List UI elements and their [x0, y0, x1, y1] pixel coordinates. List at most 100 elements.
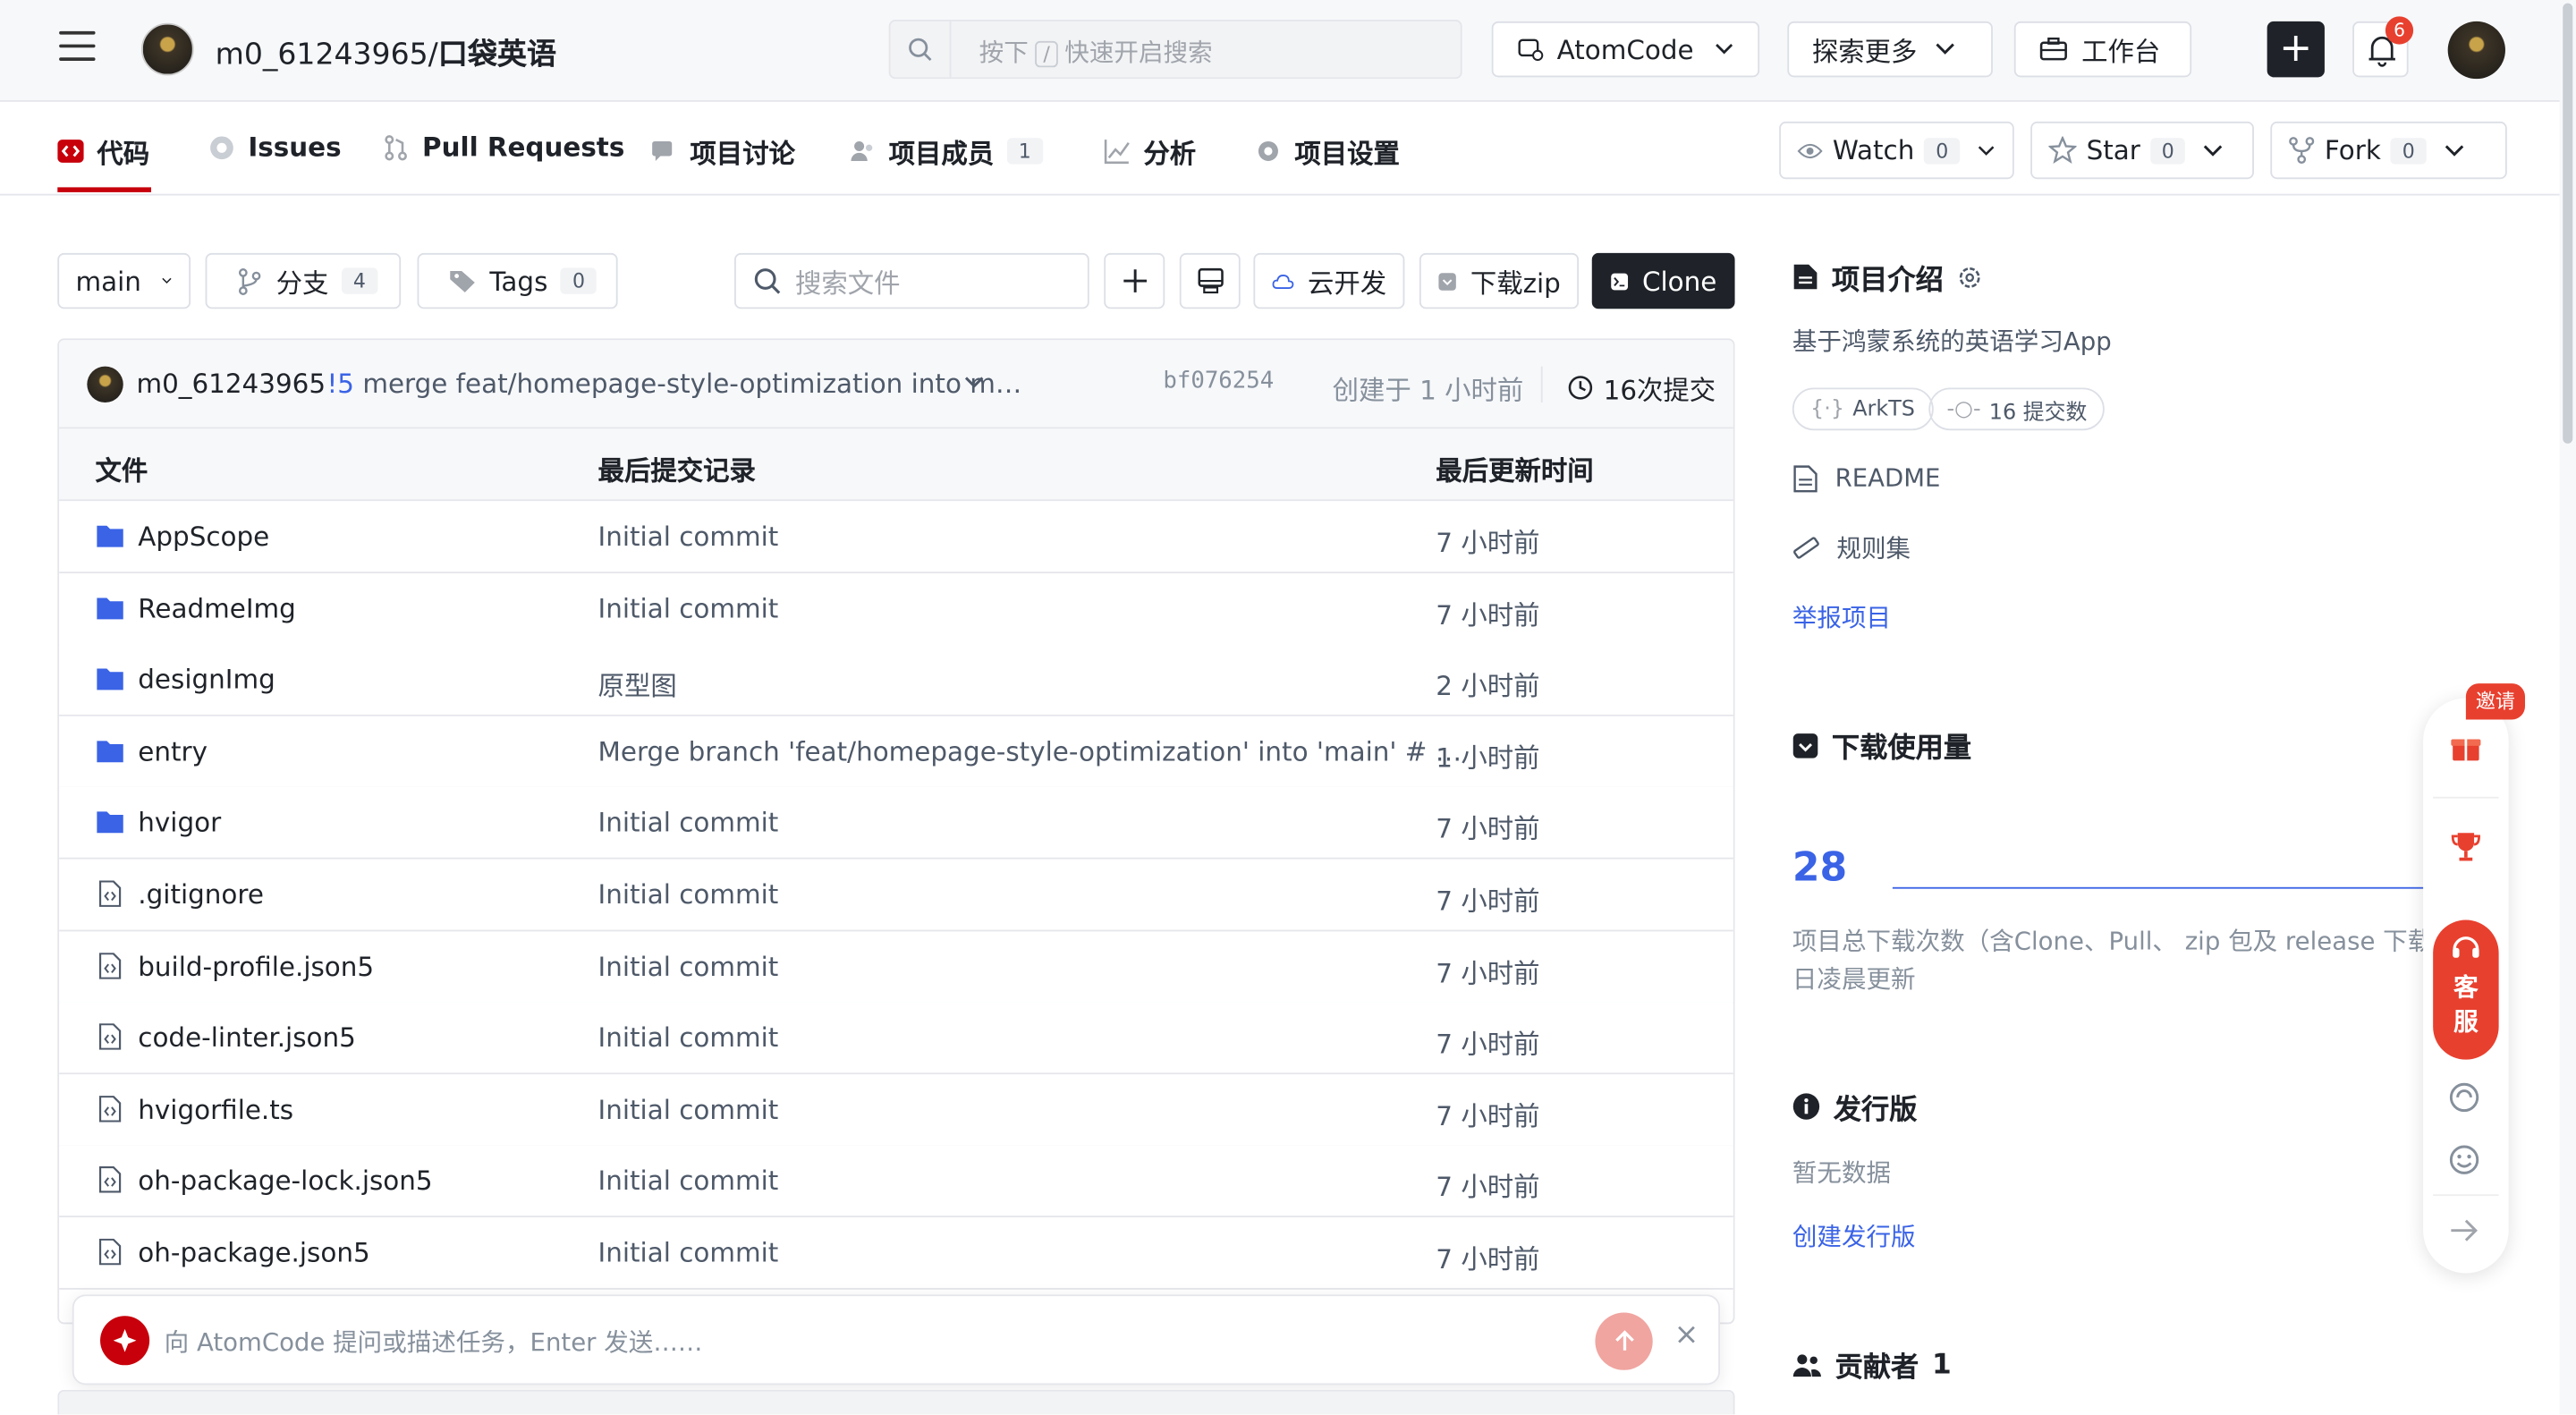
language-pill[interactable]: {·} ArkTS — [1792, 387, 1934, 431]
file-name[interactable]: code-linter.json5 — [138, 1022, 356, 1054]
file-commit-message[interactable]: Initial commit — [598, 521, 779, 552]
branches-button[interactable]: 分支 4 — [205, 252, 402, 309]
gift-icon[interactable] — [2450, 731, 2483, 764]
file-updated-time: 7 小时前 — [1436, 813, 1540, 845]
tab-analytics[interactable]: 分析 — [1104, 131, 1196, 171]
table-row[interactable]: oh-package.json5 Initial commit 7 小时前 — [59, 1216, 1733, 1290]
clone-button[interactable]: Clone — [1591, 252, 1735, 309]
table-row[interactable]: build-profile.json5 Initial commit 7 小时前 — [59, 930, 1733, 1004]
tab-discussions[interactable]: 项目讨论 — [650, 131, 795, 171]
file-commit-message[interactable]: Initial commit — [598, 1094, 779, 1125]
table-row[interactable]: ReadmeImg Initial commit 7 小时前 — [59, 572, 1733, 646]
commit-created: 创建于 1 小时前 — [1332, 374, 1524, 406]
workbench-label: 工作台 — [2081, 36, 2161, 68]
file-name[interactable]: hvigorfile.ts — [138, 1094, 293, 1125]
report-link[interactable]: 举报项目 — [1792, 599, 1891, 634]
page-scrollbar[interactable] — [2559, 0, 2576, 1415]
file-commit-message[interactable]: 原型图 — [598, 664, 677, 703]
tab-members[interactable]: 项目成员 1 — [850, 131, 1043, 171]
commit-author[interactable]: m0_61243965 — [136, 368, 326, 399]
releases-empty: 暂无数据 — [1792, 1157, 1892, 1188]
table-row[interactable]: AppScope Initial commit 7 小时前 — [59, 501, 1733, 574]
atomcode-prompt-bar[interactable]: 向 AtomCode 提问或描述任务，Enter 发送…… × — [72, 1294, 1721, 1385]
gear-icon[interactable] — [1957, 264, 1983, 290]
prompt-placeholder[interactable]: 向 AtomCode 提问或描述任务，Enter 发送…… — [165, 1324, 703, 1359]
invite-badge[interactable]: 邀请 — [2465, 683, 2526, 720]
trophy-icon[interactable] — [2450, 830, 2483, 866]
web-ide-button[interactable] — [1179, 252, 1241, 309]
file-search-input[interactable]: 搜索文件 — [734, 252, 1089, 309]
commits-pill[interactable]: -○- 16 提交数 — [1928, 387, 2106, 431]
file-updated-time: 7 小时前 — [1436, 885, 1540, 917]
workbench-button[interactable]: 工作台 — [2013, 21, 2192, 78]
table-row[interactable]: designImg 原型图 2 小时前 — [59, 644, 1733, 717]
project-owner[interactable]: m0_61243965/ — [216, 38, 438, 72]
file-commit-message[interactable]: Initial commit — [598, 1165, 779, 1197]
file-commit-message[interactable]: Initial commit — [598, 1022, 779, 1054]
branch-select[interactable]: main — [57, 252, 191, 309]
smile-icon[interactable] — [2446, 1142, 2482, 1178]
refresh-icon[interactable] — [2446, 1080, 2482, 1115]
close-icon[interactable]: × — [1674, 1318, 1699, 1352]
pr-reference[interactable]: !5 — [327, 368, 354, 399]
file-code-icon — [98, 952, 122, 979]
star-button[interactable]: Star 0 — [2030, 121, 2254, 180]
search-icon — [909, 38, 932, 62]
file-name[interactable]: oh-package-lock.json5 — [138, 1165, 432, 1197]
cloud-dev-button[interactable]: 云开发 — [1253, 252, 1405, 309]
table-row[interactable]: code-linter.json5 Initial commit 7 小时前 — [59, 1002, 1733, 1075]
file-commit-message[interactable]: Initial commit — [598, 808, 779, 839]
readme-link[interactable]: README — [1792, 463, 1940, 493]
file-name[interactable]: oh-package.json5 — [138, 1237, 369, 1268]
explore-more-button[interactable]: 探索更多 — [1787, 21, 1993, 78]
download-sparkline — [1892, 886, 2462, 889]
file-commit-message[interactable]: Initial commit — [598, 879, 779, 911]
releases-title: 发行版 — [1792, 1086, 1917, 1127]
table-row[interactable]: .gitignore Initial commit 7 小时前 — [59, 859, 1733, 932]
file-commit-message[interactable]: Initial commit — [598, 951, 779, 982]
scrollbar-thumb[interactable] — [2563, 3, 2573, 444]
project-title[interactable]: m0_61243965/口袋英语 — [216, 31, 556, 74]
project-avatar[interactable] — [140, 22, 194, 76]
tab-pull-requests[interactable]: Pull Requests — [383, 131, 624, 163]
file-name[interactable]: AppScope — [138, 521, 269, 552]
tab-issues[interactable]: Issues — [208, 131, 342, 163]
send-button[interactable] — [1595, 1312, 1653, 1370]
global-search[interactable]: 按下 / 快速开启搜索 — [888, 20, 1462, 80]
table-row[interactable]: oh-package-lock.json5 Initial commit 7 小时前 — [59, 1145, 1733, 1218]
arrow-right-icon[interactable] — [2448, 1216, 2481, 1245]
file-name[interactable]: designImg — [138, 664, 275, 695]
commit-count-link[interactable]: 16次提交 — [1567, 368, 1716, 407]
file-name[interactable]: entry — [138, 735, 208, 767]
project-name[interactable]: 口袋英语 — [438, 38, 556, 72]
customer-service-button[interactable]: 客 服 — [2433, 919, 2499, 1060]
file-commit-message[interactable]: Initial commit — [598, 1237, 779, 1268]
file-commit-message[interactable]: Merge branch 'feat/homepage-style-optimi… — [598, 735, 1462, 767]
download-zip-button[interactable]: 下载zip — [1419, 252, 1580, 309]
rules-link[interactable]: 规则集 — [1792, 530, 1911, 565]
file-name[interactable]: hvigor — [138, 808, 221, 839]
fork-button[interactable]: Fork 0 — [2270, 121, 2507, 180]
document-icon — [1793, 264, 1818, 290]
file-name[interactable]: .gitignore — [138, 879, 264, 911]
menu-icon[interactable] — [59, 30, 96, 64]
tab-code[interactable]: 代码 — [57, 131, 149, 171]
file-name[interactable]: ReadmeImg — [138, 592, 295, 623]
watch-button[interactable]: Watch 0 — [1779, 121, 2014, 180]
create-button[interactable]: + — [2267, 21, 2325, 78]
tab-settings[interactable]: 项目设置 — [1255, 131, 1400, 171]
table-row[interactable]: hvigor Initial commit 7 小时前 — [59, 787, 1733, 860]
add-file-button[interactable] — [1104, 252, 1165, 309]
commit-message[interactable]: !5 merge feat/homepage-style-optimizatio… — [327, 368, 1022, 399]
atomcode-button[interactable]: AtomCode — [1491, 21, 1760, 78]
author-avatar[interactable] — [87, 366, 123, 402]
file-commit-message[interactable]: Initial commit — [598, 592, 779, 623]
commit-hash[interactable]: bf076254 — [1163, 368, 1274, 394]
create-release-link[interactable]: 创建发行版 — [1792, 1219, 1916, 1254]
table-row[interactable]: entry Merge branch 'feat/homepage-style-o… — [59, 716, 1733, 789]
file-name[interactable]: build-profile.json5 — [138, 951, 374, 982]
tags-button[interactable]: Tags 0 — [417, 252, 618, 309]
table-row[interactable]: hvigorfile.ts Initial commit 7 小时前 — [59, 1073, 1733, 1147]
user-avatar[interactable] — [2447, 21, 2505, 80]
chevron-down-icon[interactable] — [962, 375, 986, 391]
